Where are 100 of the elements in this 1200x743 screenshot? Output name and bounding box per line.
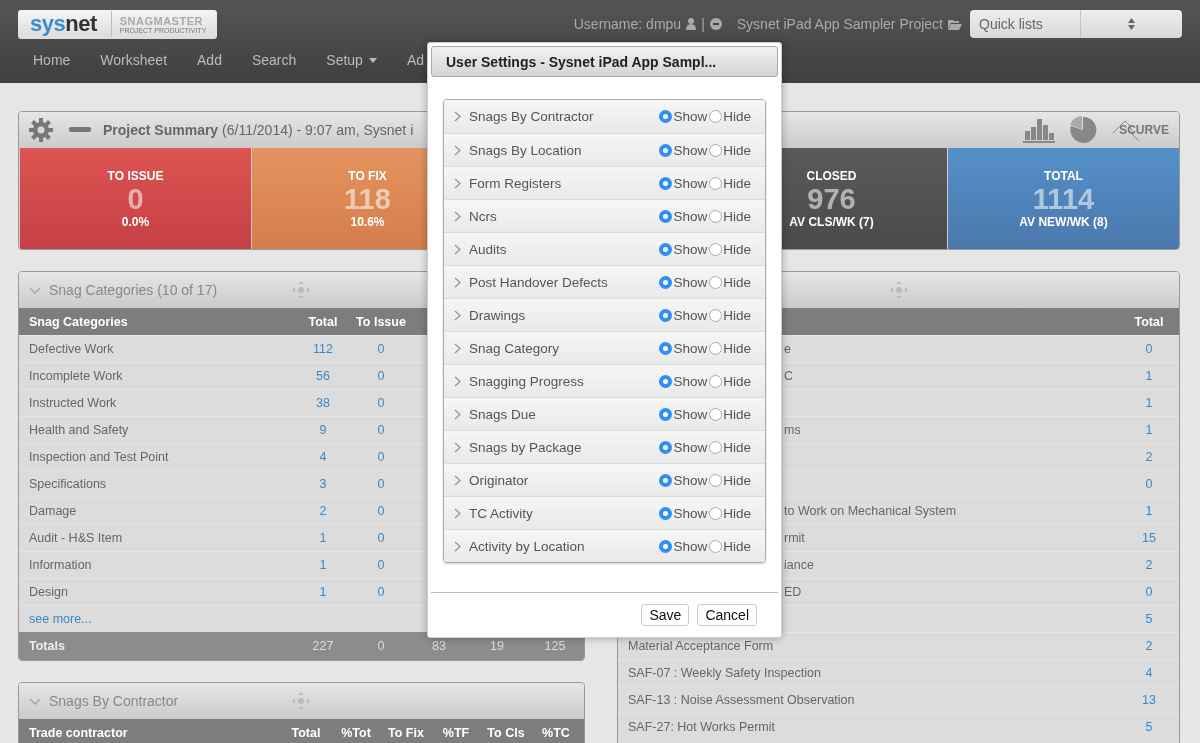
nav-link[interactable]: Add [197, 48, 222, 72]
count-link[interactable]: 4 [1119, 660, 1179, 686]
count-link[interactable]: 15 [1119, 525, 1179, 551]
count-link[interactable]: 1 [1119, 498, 1179, 524]
setting-row[interactable]: Snags By Location Show Hide [444, 133, 765, 166]
count-link[interactable]: 0 [352, 552, 410, 578]
radio-button[interactable] [659, 275, 673, 289]
radio-button[interactable] [709, 473, 723, 487]
count-link[interactable]: 1 [294, 579, 352, 605]
count-link[interactable]: 0 [352, 498, 410, 524]
gear-icon[interactable] [29, 118, 53, 142]
setting-row[interactable]: Snags By Contractor Show Hide [444, 100, 765, 133]
count-link[interactable]: 0 [352, 525, 410, 551]
count-link[interactable]: 1 [294, 525, 352, 551]
count-link[interactable]: 0 [352, 444, 410, 470]
radio-button[interactable] [709, 308, 723, 322]
bar-chart-icon[interactable] [1023, 117, 1056, 143]
count-link[interactable]: 4 [294, 444, 352, 470]
count-link[interactable]: 112 [294, 336, 352, 362]
pie-chart-icon[interactable] [1069, 116, 1098, 144]
count-link[interactable]: 0 [352, 471, 410, 497]
radio-button[interactable] [659, 374, 673, 388]
radio-button[interactable] [659, 440, 673, 454]
count-link[interactable]: 2 [1119, 444, 1179, 470]
radio-button[interactable] [709, 341, 723, 355]
setting-row[interactable]: Snagging Progress Show Hide [444, 364, 765, 397]
radio-button[interactable] [709, 539, 723, 553]
setting-row[interactable]: Form Registers Show Hide [444, 166, 765, 199]
radio-button[interactable] [659, 539, 673, 553]
move-icon[interactable] [292, 281, 310, 299]
radio-label: Show [673, 274, 708, 290]
count-link[interactable]: 1 [1119, 390, 1179, 416]
radio-button[interactable] [659, 176, 673, 190]
setting-row[interactable]: TC Activity Show Hide [444, 496, 765, 529]
setting-row[interactable]: Ncrs Show Hide [444, 199, 765, 232]
count-link[interactable]: 0 [1119, 336, 1179, 362]
radio-button[interactable] [659, 506, 673, 520]
count-link[interactable]: 0 [352, 390, 410, 416]
count-link[interactable]: 0 [352, 336, 410, 362]
radio-button[interactable] [659, 308, 673, 322]
setting-row[interactable]: Snags by Package Show Hide [444, 430, 765, 463]
radio-button[interactable] [709, 110, 723, 123]
radio-button[interactable] [709, 440, 723, 454]
setting-row[interactable]: Post Handover Defects Show Hide [444, 265, 765, 298]
count-link[interactable]: 1 [294, 552, 352, 578]
radio-button[interactable] [709, 407, 723, 421]
radio-button[interactable] [709, 242, 723, 256]
nav-link[interactable]: Search [251, 48, 297, 72]
count-link[interactable]: 2 [294, 498, 352, 524]
dialog-button[interactable]: Save [641, 604, 690, 626]
radio-button[interactable] [659, 110, 673, 123]
setting-row[interactable]: Originator Show Hide [444, 463, 765, 496]
move-icon[interactable] [890, 281, 908, 299]
setting-row[interactable]: Drawings Show Hide [444, 298, 765, 331]
project-name[interactable]: Sysnet iPad App Sampler Project [736, 16, 943, 32]
nav-link[interactable]: Ad [406, 48, 425, 72]
radio-button[interactable] [659, 209, 673, 223]
count-link[interactable]: 13 [1119, 687, 1179, 713]
collapse-icon[interactable] [69, 127, 91, 133]
count-link[interactable]: 0 [1119, 579, 1179, 605]
move-icon[interactable] [292, 692, 310, 710]
chevron-down-icon[interactable] [29, 696, 41, 706]
nav-link[interactable]: Worksheet [100, 48, 168, 72]
count-link[interactable]: 9 [294, 417, 352, 443]
count-link[interactable]: 0 [1119, 471, 1179, 497]
count-link[interactable]: 1 [1119, 363, 1179, 389]
count-link[interactable]: 5 [1119, 714, 1179, 740]
minus-circle-icon[interactable] [709, 18, 722, 30]
radio-button[interactable] [709, 176, 723, 190]
setting-row[interactable]: Snag Category Show Hide [444, 331, 765, 364]
radio-button[interactable] [659, 473, 673, 487]
radio-button[interactable] [709, 209, 723, 223]
radio-button[interactable] [659, 407, 673, 421]
radio-button[interactable] [659, 341, 673, 355]
nav-link[interactable]: Home [33, 48, 71, 72]
chevron-down-icon[interactable] [29, 285, 41, 295]
quick-lists-select[interactable]: Quick lists [970, 10, 1182, 38]
count-link[interactable]: 2 [1119, 552, 1179, 578]
dialog-button[interactable]: Cancel [697, 604, 757, 626]
setting-row[interactable]: Activity by Location Show Hide [444, 529, 765, 562]
radio-button[interactable] [659, 242, 673, 256]
count-link[interactable]: 1 [1119, 417, 1179, 443]
count-link[interactable]: 0 [352, 417, 410, 443]
count-link[interactable]: 0 [352, 363, 410, 389]
setting-row[interactable]: Audits Show Hide [444, 232, 765, 265]
setting-row[interactable]: Snags Due Show Hide [444, 397, 765, 430]
count-link[interactable]: 0 [352, 579, 410, 605]
radio-button[interactable] [709, 275, 723, 289]
nav-link[interactable]: Setup [326, 48, 377, 72]
radio-button[interactable] [659, 143, 673, 157]
see-more-link[interactable]: see more... [29, 612, 92, 626]
count-link[interactable]: 38 [294, 390, 352, 416]
table-cell-text: Specifications [28, 476, 108, 493]
count-link[interactable]: 56 [294, 363, 352, 389]
count-link[interactable]: 3 [294, 471, 352, 497]
radio-button[interactable] [709, 143, 723, 157]
radio-button[interactable] [709, 506, 723, 520]
radio-button[interactable] [709, 374, 723, 388]
count-link[interactable]: 2 [1119, 633, 1179, 659]
count-link[interactable]: 5 [1119, 606, 1179, 632]
